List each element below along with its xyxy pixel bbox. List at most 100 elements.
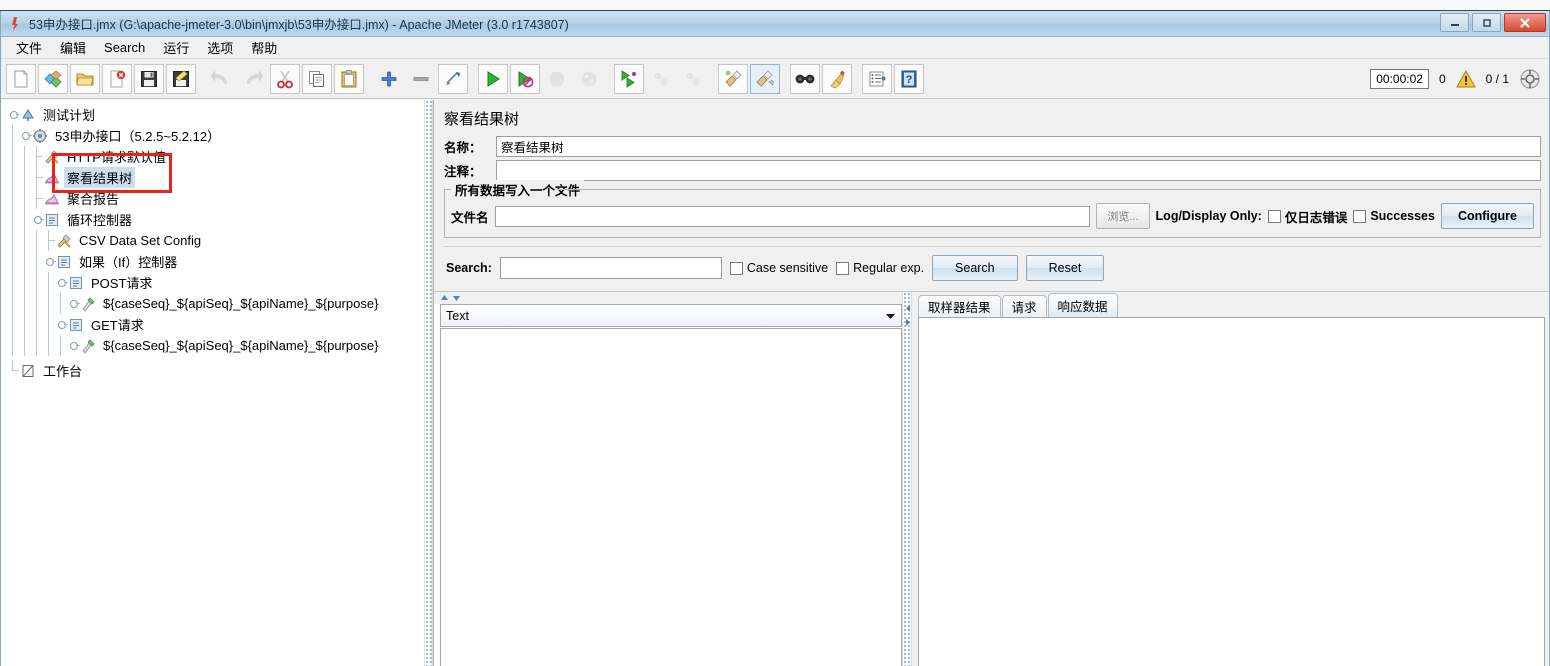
templates-icon[interactable] [38, 63, 68, 94]
main-splitter[interactable] [424, 100, 433, 666]
write-results-to-file-group: 所有数据写入一个文件 文件名 浏览... Log/Display Only: 仅… [444, 180, 1541, 238]
tree-expander[interactable] [31, 209, 44, 230]
comment-row: 注释： [434, 159, 1549, 181]
menu-file[interactable]: 文件 [7, 36, 51, 59]
background-window-sliver [0, 0, 1550, 11]
close-button[interactable] [1504, 13, 1546, 32]
configure-button[interactable]: Configure [1440, 203, 1534, 229]
tree-node-loop-controller[interactable]: 循环控制器 [1, 209, 423, 230]
name-input[interactable]: 察看结果树 [496, 135, 1541, 157]
checkbox-box[interactable] [836, 261, 850, 275]
search-reset-icon[interactable] [822, 63, 852, 94]
tree-node-http-defaults[interactable]: HTTP请求默认值 [1, 146, 423, 167]
tree-expander[interactable] [67, 335, 80, 356]
successes-checkbox[interactable]: Successes [1353, 209, 1435, 223]
window-controls [1440, 13, 1546, 32]
close-file-icon[interactable] [102, 63, 132, 94]
results-tree-content[interactable] [440, 328, 902, 666]
new-icon[interactable] [6, 63, 36, 94]
tree-node-label: 如果（If）控制器 [79, 255, 178, 270]
tab-request[interactable]: 请求 [1001, 295, 1047, 317]
tree-node-if-controller[interactable]: 如果（If）控制器 [1, 251, 423, 272]
tree-line [7, 360, 19, 381]
log-display-only-label: Log/Display Only: [1155, 209, 1262, 223]
checkbox-box[interactable] [729, 261, 743, 275]
save-icon[interactable] [134, 63, 164, 94]
chevron-down-icon[interactable] [882, 306, 899, 325]
tree-expander[interactable] [55, 272, 68, 293]
tree-line [7, 293, 19, 314]
tree-node-view-results-tree[interactable]: 察看结果树 [1, 167, 423, 188]
tree-node-sampler-get[interactable]: ${caseSeq}_${apiSeq}_${apiName}_${purpos… [1, 335, 423, 356]
help-icon[interactable]: ? [894, 63, 924, 94]
menu-help[interactable]: 帮助 [242, 36, 286, 59]
tree-line [19, 272, 31, 293]
paste-icon[interactable] [334, 63, 364, 94]
tree-expander[interactable] [67, 293, 80, 314]
search-input[interactable] [499, 257, 722, 279]
tree-expander[interactable] [55, 314, 68, 335]
tree-line [19, 188, 31, 209]
tree-node-test-plan[interactable]: 测试计划 [1, 104, 423, 125]
search-icon[interactable] [790, 63, 820, 94]
expand-all-icon[interactable] [374, 64, 404, 94]
minimize-button[interactable] [1440, 13, 1469, 32]
tab-response-data[interactable]: 响应数据 [1047, 293, 1118, 317]
copy-icon[interactable] [302, 63, 332, 94]
tree-line [31, 293, 43, 314]
clear-all-icon[interactable] [750, 63, 780, 94]
jmeter-main-window: 53申办接口.jmx (G:\apache-jmeter-3.0\bin\jmx… [0, 11, 1550, 666]
search-bar: Search: Case sensitive Regular exp. Sear… [444, 246, 1541, 289]
stop-icon [542, 64, 572, 94]
tree-node-get-request[interactable]: GET请求 [1, 314, 423, 335]
checkbox-box[interactable] [1353, 209, 1367, 223]
clear-icon[interactable] [718, 63, 748, 94]
tree-node-label: CSV Data Set Config [79, 233, 202, 248]
start-remote-all-icon[interactable] [614, 63, 644, 94]
maximize-button[interactable] [1472, 13, 1501, 32]
collapse-all-icon[interactable] [406, 64, 436, 94]
tree-expander[interactable] [7, 104, 20, 125]
tree-expander[interactable] [43, 251, 56, 272]
tab-sampler-result[interactable]: 取样器结果 [918, 295, 1001, 317]
tree-node-aggregate-report[interactable]: 聚合报告 [1, 188, 423, 209]
comment-input[interactable] [496, 159, 1541, 181]
menu-search[interactable]: Search [95, 38, 154, 57]
warning-icon[interactable] [1455, 69, 1476, 88]
tree-node-csv-data-set-config[interactable]: CSV Data Set Config [1, 230, 423, 251]
start-no-pauses-icon[interactable] [510, 63, 540, 94]
results-inner-splitter[interactable] [902, 292, 912, 666]
menu-edit[interactable]: 编辑 [51, 36, 95, 59]
tree-node-label: ${caseSeq}_${apiSeq}_${apiName}_${purpos… [103, 338, 379, 353]
test-plan-tree[interactable]: 测试计划 53申办接口（5.2.5~5.2.12） HTTP请求默认值 察看结果… [1, 100, 424, 666]
toggle-icon[interactable] [438, 63, 468, 94]
tree-line [43, 230, 55, 251]
tree-node-label: 聚合报告 [67, 192, 120, 207]
menu-options[interactable]: 选项 [198, 36, 242, 59]
browse-button[interactable]: 浏览... [1096, 203, 1150, 229]
tree-node-workbench[interactable]: 工作台 [1, 360, 423, 381]
filename-input[interactable] [494, 205, 1091, 227]
renderer-select[interactable]: Text [440, 304, 902, 327]
tree-node-sampler-post[interactable]: ${caseSeq}_${apiSeq}_${apiName}_${purpos… [1, 293, 423, 314]
search-button[interactable]: Search [932, 255, 1018, 281]
menu-run[interactable]: 运行 [154, 36, 198, 59]
checkbox-box[interactable] [1267, 209, 1281, 223]
tree-line [43, 335, 55, 356]
reset-button[interactable]: Reset [1025, 255, 1105, 281]
response-data-content[interactable] [918, 317, 1545, 666]
case-sensitive-checkbox[interactable]: Case sensitive [729, 261, 828, 275]
tree-node-thread-group[interactable]: 53申办接口（5.2.5~5.2.12） [1, 125, 423, 146]
start-icon[interactable] [478, 63, 508, 94]
tree-line [7, 188, 19, 209]
function-helper-icon[interactable] [862, 63, 892, 94]
save-as-icon[interactable] [166, 63, 196, 94]
errors-only-checkbox[interactable]: 仅日志错误 [1267, 207, 1347, 226]
tree-node-post-request[interactable]: POST请求 [1, 272, 423, 293]
open-icon[interactable] [70, 63, 100, 94]
regular-exp-checkbox[interactable]: Regular exp. [836, 261, 924, 275]
tree-expander[interactable] [19, 125, 32, 146]
controller-icon [67, 274, 84, 291]
tree-line [7, 209, 19, 230]
cut-icon[interactable] [270, 63, 300, 94]
